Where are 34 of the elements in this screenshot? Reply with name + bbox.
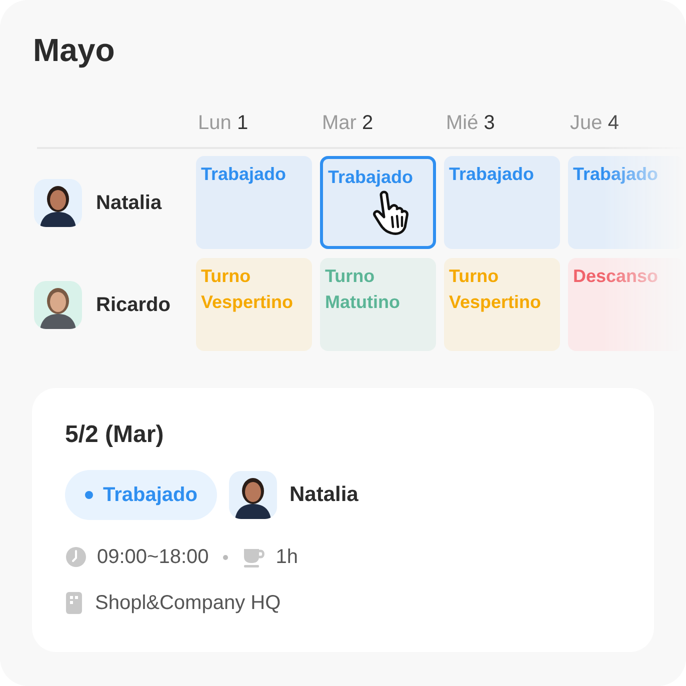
day-number: 2 xyxy=(362,112,374,134)
shift-cell[interactable]: Turno Matutino xyxy=(320,258,436,351)
shift-label: Turno Vespertino xyxy=(201,266,294,312)
work-hours: 09:00~18:00 xyxy=(97,545,209,570)
detail-employee-name: Natalia xyxy=(289,482,358,508)
day-number: 1 xyxy=(236,112,248,134)
location-name: Shopl&Company HQ xyxy=(95,591,281,616)
shift-label: Descanso xyxy=(573,266,658,286)
shift-cell[interactable]: Turno Vespertino xyxy=(444,258,560,351)
weekday-label: Mié xyxy=(446,112,478,134)
weekday-label: Mar xyxy=(322,112,356,134)
shift-label: Trabajado xyxy=(573,164,658,184)
day-number: 3 xyxy=(484,112,495,134)
clock-icon xyxy=(65,546,87,568)
shift-cell[interactable]: Trabajado xyxy=(444,156,560,249)
shift-cell[interactable]: Turno Vespertino xyxy=(196,258,312,351)
weekday-label: Jue xyxy=(570,112,602,134)
employee-name: Ricardo xyxy=(96,292,170,318)
month-title: Mayo xyxy=(33,31,115,70)
coffee-cup-icon xyxy=(242,546,266,568)
status-label: Trabajado xyxy=(103,483,198,508)
shift-label: Trabajado xyxy=(449,164,534,184)
shift-label: Trabajado xyxy=(328,167,414,187)
day-number: 4 xyxy=(608,112,619,134)
detail-date: 5/2 (Mar) xyxy=(65,420,164,450)
building-icon xyxy=(65,591,83,615)
weekday-label: Lun xyxy=(198,112,232,134)
shift-label: Trabajado xyxy=(201,164,286,184)
shift-cell[interactable]: Trabajado xyxy=(320,156,436,249)
employee-name: Natalia xyxy=(96,190,162,216)
shift-label: Turno Matutino xyxy=(325,266,400,312)
shift-cell[interactable]: Trabajado xyxy=(196,156,312,249)
shift-label: Turno Vespertino xyxy=(449,266,542,312)
break-duration: 1h xyxy=(276,545,298,570)
